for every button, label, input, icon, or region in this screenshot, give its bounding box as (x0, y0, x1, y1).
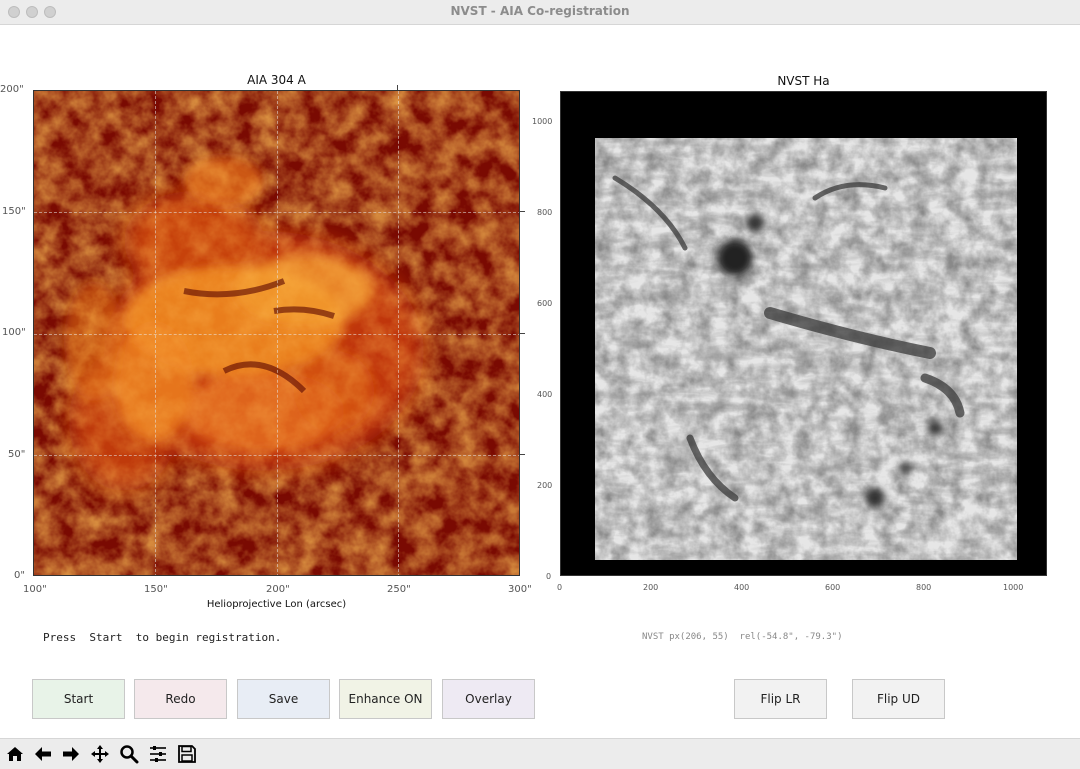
left-x-tick: 100" (23, 584, 47, 595)
left-y-tick: 100" (2, 327, 26, 338)
tick-mark (397, 85, 398, 90)
right-x-tick: 0 (557, 583, 563, 592)
pan-icon[interactable] (87, 742, 113, 766)
left-y-tick: 200" (0, 84, 24, 95)
right-y-tick: 1000 (532, 117, 553, 126)
start-button[interactable]: Start (32, 679, 125, 719)
tick-mark (520, 454, 525, 455)
left-x-tick: 300" (508, 584, 532, 595)
redo-button[interactable]: Redo (134, 679, 227, 719)
left-plot-title: AIA 304 A (247, 73, 306, 87)
left-y-tick: 50" (8, 449, 26, 460)
configure-subplots-icon[interactable] (145, 742, 171, 766)
left-x-tick: 200" (266, 584, 290, 595)
right-y-tick: 0 (546, 572, 552, 581)
left-x-tick: 150" (144, 584, 168, 595)
tick-mark (520, 211, 525, 212)
right-y-tick: 600 (537, 299, 553, 308)
forward-arrow-icon[interactable] (58, 742, 84, 766)
right-y-tick: 800 (537, 208, 553, 217)
overlay-button[interactable]: Overlay (442, 679, 535, 719)
right-x-tick: 1000 (1003, 583, 1024, 592)
left-y-tick: 150" (2, 206, 26, 217)
right-x-tick: 800 (916, 583, 932, 592)
grid-line (34, 455, 519, 456)
grid-line (34, 212, 519, 213)
right-y-tick: 400 (537, 390, 553, 399)
right-x-tick: 600 (825, 583, 841, 592)
tick-mark (520, 333, 525, 334)
grid-line (34, 334, 519, 335)
nvst-ha-image[interactable] (560, 91, 1047, 576)
left-x-axis-label: Helioprojective Lon (arcsec) (206, 599, 347, 610)
right-x-tick: 200 (643, 583, 659, 592)
save-button[interactable]: Save (237, 679, 330, 719)
right-y-tick: 200 (537, 481, 553, 490)
zoom-icon[interactable] (116, 742, 142, 766)
save-figure-icon[interactable] (174, 742, 200, 766)
home-icon[interactable] (2, 742, 28, 766)
left-x-tick: 250" (387, 584, 411, 595)
right-plot-title: NVST Ha (777, 74, 830, 88)
flip-lr-button[interactable]: Flip LR (734, 679, 827, 719)
nvst-solar-texture (595, 138, 1017, 560)
navigation-toolbar (0, 738, 1080, 769)
cursor-coordinates: NVST px(206, 55) rel(-54.8", -79.3") (642, 632, 843, 642)
window-titlebar: NVST - AIA Co-registration (0, 0, 1080, 25)
status-message: Press Start to begin registration. (43, 631, 282, 644)
back-arrow-icon[interactable] (30, 742, 56, 766)
right-x-tick: 400 (734, 583, 750, 592)
flip-ud-button[interactable]: Flip UD (852, 679, 945, 719)
enhance-toggle-button[interactable]: Enhance ON (339, 679, 432, 719)
aia-304-image[interactable] (33, 90, 520, 576)
window-title: NVST - AIA Co-registration (450, 4, 630, 18)
left-y-tick: 0" (14, 570, 25, 581)
